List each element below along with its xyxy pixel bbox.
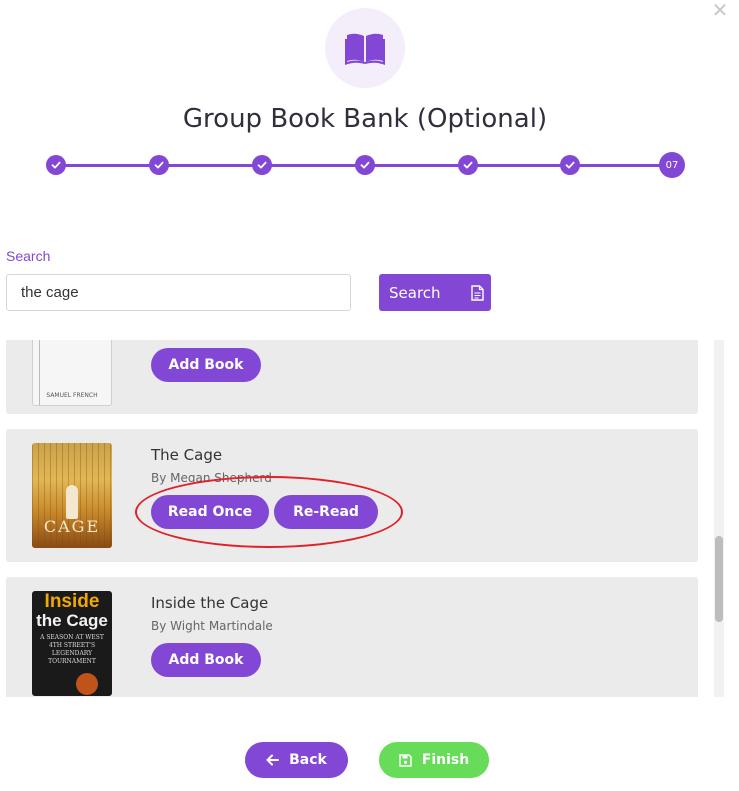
book-card: Inside the Cage A SEASON AT WEST 4TH STR… [6, 577, 698, 697]
check-icon [154, 161, 164, 169]
check-icon [463, 161, 473, 169]
step-current: 07 [659, 152, 685, 178]
header-icon-badge [325, 8, 405, 88]
book-cover-subtitle: A SEASON AT WEST 4TH STREET'S LEGENDARY … [40, 634, 104, 665]
search-button[interactable]: Search [379, 274, 491, 311]
progress-stepper: 07 [46, 152, 685, 178]
read-once-button[interactable]: Read Once [151, 495, 269, 529]
search-button-label: Search [389, 283, 441, 302]
list-scrollbar[interactable] [714, 340, 724, 697]
scrollbar-thumb[interactable] [715, 536, 723, 622]
step-2-complete [149, 155, 169, 175]
step-5-complete [458, 155, 478, 175]
book-card: SAMUEL FRENCH Add Book [6, 340, 698, 414]
book-card: CAGE The Cage By Megan Shepherd Read Onc… [6, 429, 698, 562]
check-icon [257, 161, 267, 169]
step-6-complete [560, 155, 580, 175]
modal-title: Group Book Bank (Optional) [182, 104, 548, 134]
arrow-left-icon [266, 754, 280, 766]
book-author: By Wight Martindale [151, 619, 273, 633]
book-cover: SAMUEL FRENCH [32, 340, 112, 406]
book-cover: Inside the Cage A SEASON AT WEST 4TH STR… [32, 591, 112, 696]
finish-button[interactable]: Finish [379, 742, 489, 778]
book-cover-title-mid: the Cage [36, 611, 108, 630]
step-3-complete [252, 155, 272, 175]
book-author: By Megan Shepherd [151, 471, 272, 485]
book-results-list[interactable]: SAMUEL FRENCH Add Book CAGE The Cage By … [6, 340, 706, 697]
back-button-label: Back [289, 752, 327, 768]
document-icon [470, 284, 484, 301]
add-book-button[interactable]: Add Book [151, 348, 261, 382]
close-icon[interactable]: ✕ [711, 1, 729, 21]
search-input[interactable] [6, 274, 351, 311]
finish-button-label: Finish [421, 752, 470, 768]
book-cover-caption: CAGE [43, 517, 101, 536]
re-read-button[interactable]: Re-Read [274, 495, 378, 529]
scrollbar-track [714, 340, 724, 697]
book-title: The Cage [151, 446, 223, 464]
step-4-complete [355, 155, 375, 175]
add-book-button[interactable]: Add Book [151, 643, 261, 677]
book-title: Inside the Cage [151, 594, 269, 612]
check-icon [360, 161, 370, 169]
book-cover: CAGE [32, 443, 112, 548]
back-button[interactable]: Back [245, 742, 348, 778]
search-label: Search [6, 248, 51, 264]
check-icon [51, 161, 61, 169]
book-cover-caption: SAMUEL FRENCH [46, 392, 98, 399]
open-book-icon [345, 33, 385, 65]
check-icon [565, 161, 575, 169]
book-cover-title-top: Inside [44, 591, 100, 612]
save-icon [399, 753, 412, 767]
step-1-complete [46, 155, 66, 175]
